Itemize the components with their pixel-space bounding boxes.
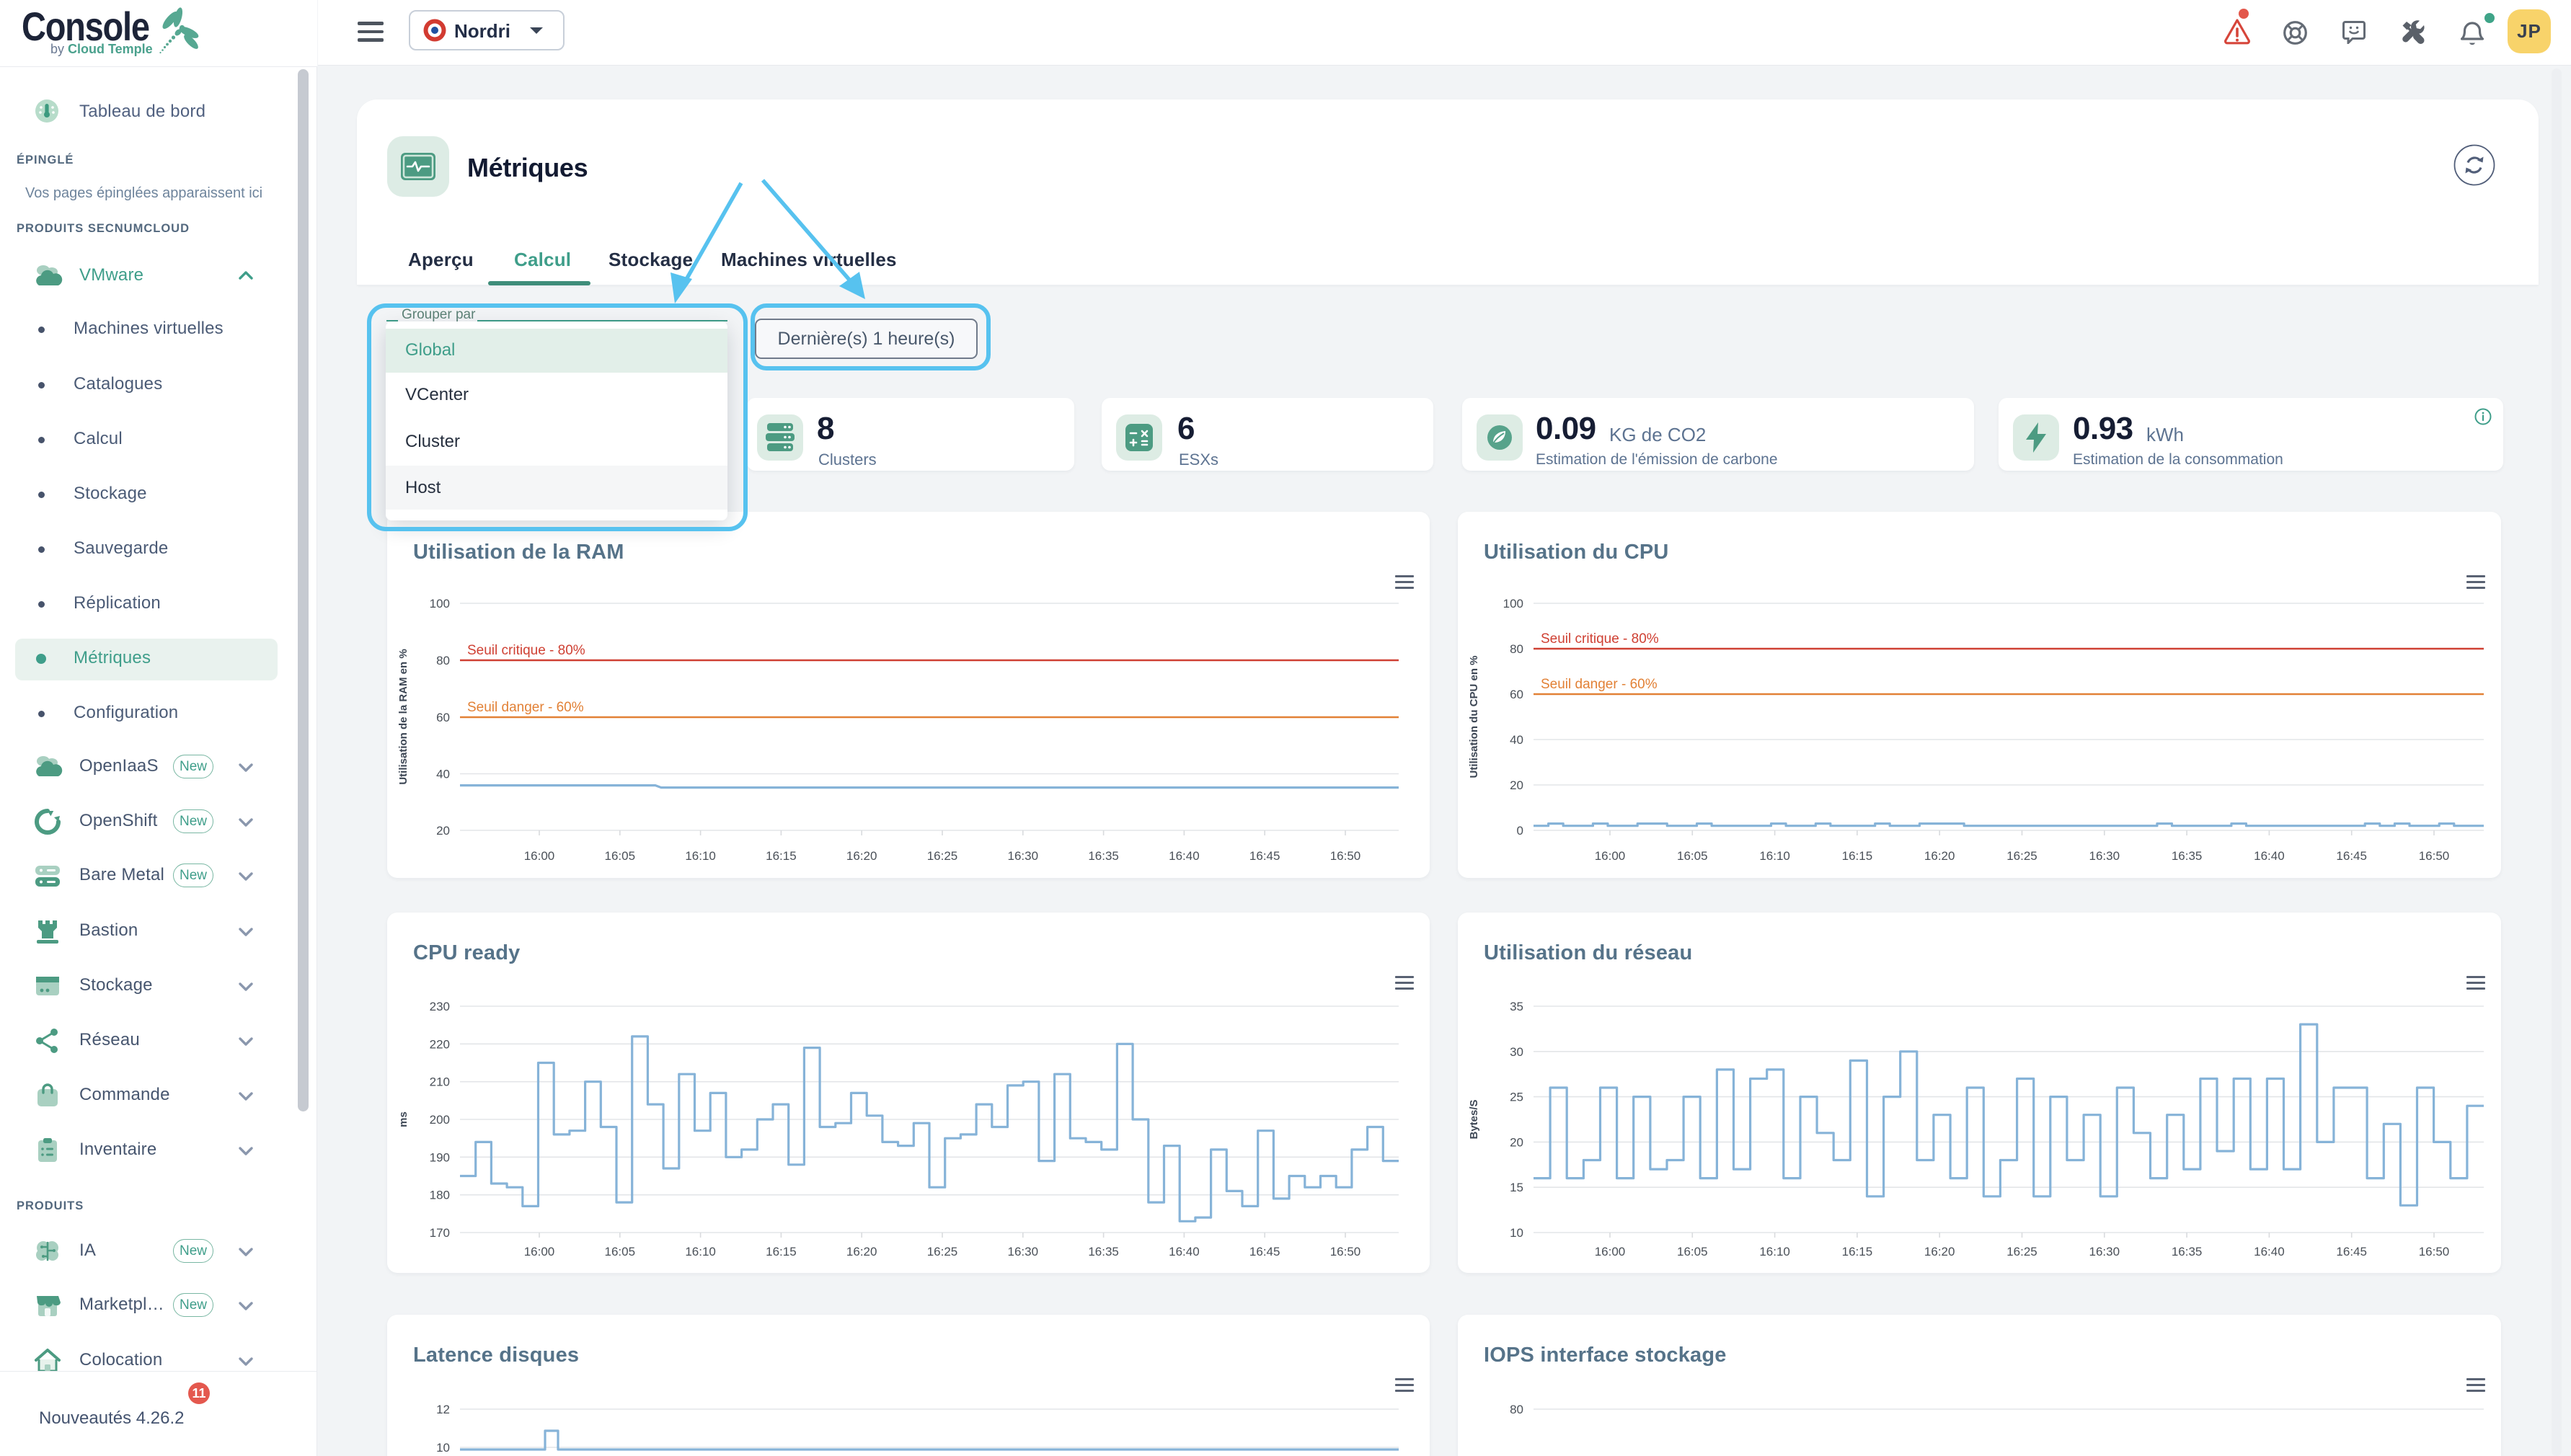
svg-text:35: 35 bbox=[1510, 1000, 1523, 1013]
svg-text:170: 170 bbox=[430, 1226, 450, 1240]
svg-text:16:50: 16:50 bbox=[1330, 849, 1361, 863]
svg-text:16:40: 16:40 bbox=[1169, 1245, 1200, 1259]
svg-text:10: 10 bbox=[436, 1441, 450, 1455]
svg-text:16:20: 16:20 bbox=[1924, 849, 1955, 863]
svg-text:220: 220 bbox=[430, 1037, 450, 1051]
svg-text:80: 80 bbox=[1510, 1403, 1523, 1416]
svg-text:16:50: 16:50 bbox=[2419, 1245, 2450, 1259]
svg-text:16:20: 16:20 bbox=[846, 1245, 877, 1259]
svg-text:16:40: 16:40 bbox=[1169, 849, 1200, 863]
svg-text:16:45: 16:45 bbox=[1249, 1245, 1280, 1259]
svg-text:16:25: 16:25 bbox=[927, 849, 958, 863]
svg-text:100: 100 bbox=[1503, 597, 1523, 611]
svg-text:16:10: 16:10 bbox=[685, 849, 716, 863]
svg-text:16:05: 16:05 bbox=[605, 1245, 636, 1259]
svg-text:60: 60 bbox=[1510, 688, 1523, 701]
svg-text:40: 40 bbox=[1510, 733, 1523, 747]
svg-text:16:25: 16:25 bbox=[927, 1245, 958, 1259]
svg-text:16:10: 16:10 bbox=[685, 1245, 716, 1259]
svg-text:16:40: 16:40 bbox=[2254, 1245, 2285, 1259]
svg-text:16:10: 16:10 bbox=[1759, 1245, 1790, 1259]
svg-text:16:00: 16:00 bbox=[1595, 849, 1626, 863]
svg-text:16:05: 16:05 bbox=[1677, 849, 1708, 863]
svg-text:30: 30 bbox=[1510, 1045, 1523, 1059]
svg-text:80: 80 bbox=[436, 654, 450, 667]
svg-text:16:35: 16:35 bbox=[1088, 1245, 1119, 1259]
svg-text:16:30: 16:30 bbox=[2089, 849, 2120, 863]
svg-text:16:50: 16:50 bbox=[1330, 1245, 1361, 1259]
svg-text:180: 180 bbox=[430, 1189, 450, 1202]
svg-text:190: 190 bbox=[430, 1150, 450, 1164]
svg-text:20: 20 bbox=[1510, 1135, 1523, 1149]
svg-text:ms: ms bbox=[397, 1111, 410, 1127]
svg-text:16:15: 16:15 bbox=[1842, 849, 1873, 863]
svg-text:16:35: 16:35 bbox=[2172, 1245, 2203, 1259]
svg-text:Seuil danger - 60%: Seuil danger - 60% bbox=[467, 700, 584, 715]
svg-text:80: 80 bbox=[1510, 642, 1523, 656]
svg-text:16:45: 16:45 bbox=[1249, 849, 1280, 863]
svg-text:60: 60 bbox=[436, 711, 450, 724]
svg-text:16:25: 16:25 bbox=[2006, 849, 2037, 863]
svg-text:16:00: 16:00 bbox=[524, 1245, 555, 1259]
svg-text:16:35: 16:35 bbox=[2172, 849, 2203, 863]
svg-text:Bytes/S: Bytes/S bbox=[1468, 1099, 1480, 1139]
svg-text:200: 200 bbox=[430, 1113, 450, 1127]
svg-text:16:30: 16:30 bbox=[1008, 1245, 1039, 1259]
svg-text:16:00: 16:00 bbox=[1595, 1245, 1626, 1259]
svg-text:Seuil danger - 60%: Seuil danger - 60% bbox=[1541, 677, 1658, 692]
svg-text:16:10: 16:10 bbox=[1759, 849, 1790, 863]
svg-text:16:20: 16:20 bbox=[1924, 1245, 1955, 1259]
svg-text:16:35: 16:35 bbox=[1088, 849, 1119, 863]
svg-text:10: 10 bbox=[1510, 1226, 1523, 1240]
svg-text:16:30: 16:30 bbox=[2089, 1245, 2120, 1259]
svg-text:Seuil critique - 80%: Seuil critique - 80% bbox=[1541, 631, 1659, 647]
svg-text:16:45: 16:45 bbox=[2336, 849, 2367, 863]
svg-text:40: 40 bbox=[436, 768, 450, 781]
svg-text:Utilisation de la RAM en %: Utilisation de la RAM en % bbox=[397, 649, 410, 784]
svg-text:20: 20 bbox=[436, 824, 450, 838]
svg-text:16:40: 16:40 bbox=[2254, 849, 2285, 863]
svg-text:16:15: 16:15 bbox=[766, 849, 797, 863]
svg-text:230: 230 bbox=[430, 1000, 450, 1013]
svg-text:15: 15 bbox=[1510, 1181, 1523, 1194]
svg-text:16:50: 16:50 bbox=[2419, 849, 2450, 863]
svg-text:Seuil critique - 80%: Seuil critique - 80% bbox=[467, 643, 585, 658]
svg-text:0: 0 bbox=[1517, 824, 1523, 838]
svg-text:12: 12 bbox=[436, 1403, 450, 1416]
svg-text:16:30: 16:30 bbox=[1008, 849, 1039, 863]
svg-text:16:05: 16:05 bbox=[1677, 1245, 1708, 1259]
svg-text:25: 25 bbox=[1510, 1091, 1523, 1104]
svg-text:16:45: 16:45 bbox=[2336, 1245, 2367, 1259]
svg-text:16:20: 16:20 bbox=[846, 849, 877, 863]
svg-text:16:15: 16:15 bbox=[766, 1245, 797, 1259]
svg-text:100: 100 bbox=[430, 597, 450, 611]
svg-text:16:05: 16:05 bbox=[605, 849, 636, 863]
svg-text:16:00: 16:00 bbox=[524, 849, 555, 863]
svg-text:16:15: 16:15 bbox=[1842, 1245, 1873, 1259]
svg-text:Utilisation du CPU en %: Utilisation du CPU en % bbox=[1468, 655, 1480, 778]
svg-text:20: 20 bbox=[1510, 778, 1523, 792]
svg-text:16:25: 16:25 bbox=[2006, 1245, 2037, 1259]
svg-text:210: 210 bbox=[430, 1075, 450, 1089]
